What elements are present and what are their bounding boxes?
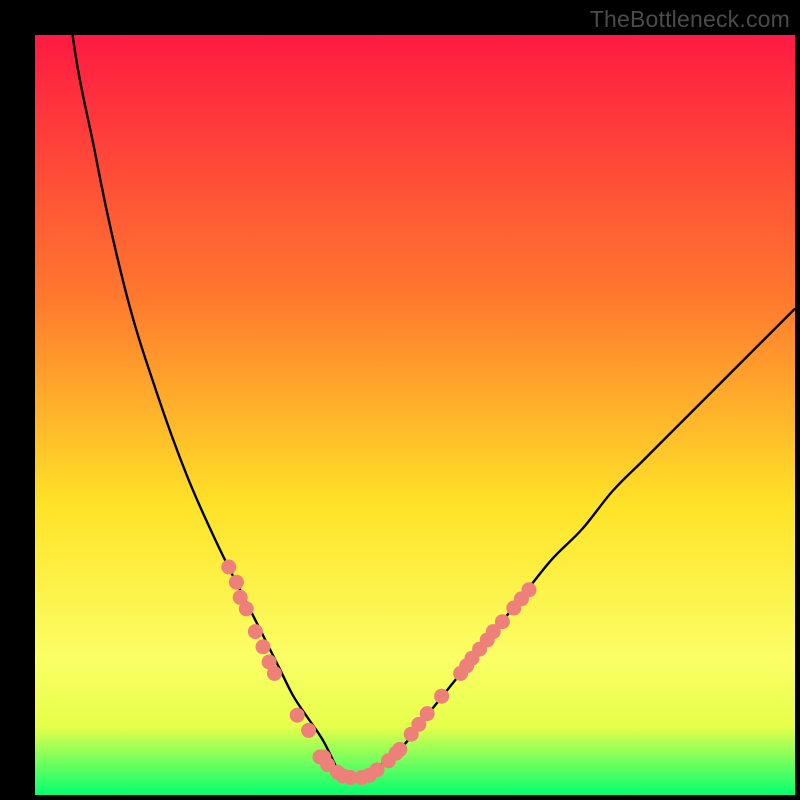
data-marker — [229, 575, 244, 590]
data-marker — [392, 742, 407, 757]
gradient-background — [35, 35, 795, 795]
data-marker — [495, 614, 510, 629]
chart-svg — [35, 35, 795, 795]
data-marker — [248, 624, 263, 639]
data-marker — [239, 601, 254, 616]
data-marker — [301, 723, 316, 738]
data-marker — [522, 582, 537, 597]
data-marker — [434, 689, 449, 704]
data-marker — [221, 560, 236, 575]
data-marker — [256, 639, 271, 654]
watermark-text: TheBottleneck.com — [590, 6, 790, 33]
chart-frame: TheBottleneck.com — [0, 0, 800, 800]
data-marker — [420, 706, 435, 721]
data-marker — [267, 666, 282, 681]
plot-area — [35, 35, 795, 795]
data-marker — [290, 708, 305, 723]
